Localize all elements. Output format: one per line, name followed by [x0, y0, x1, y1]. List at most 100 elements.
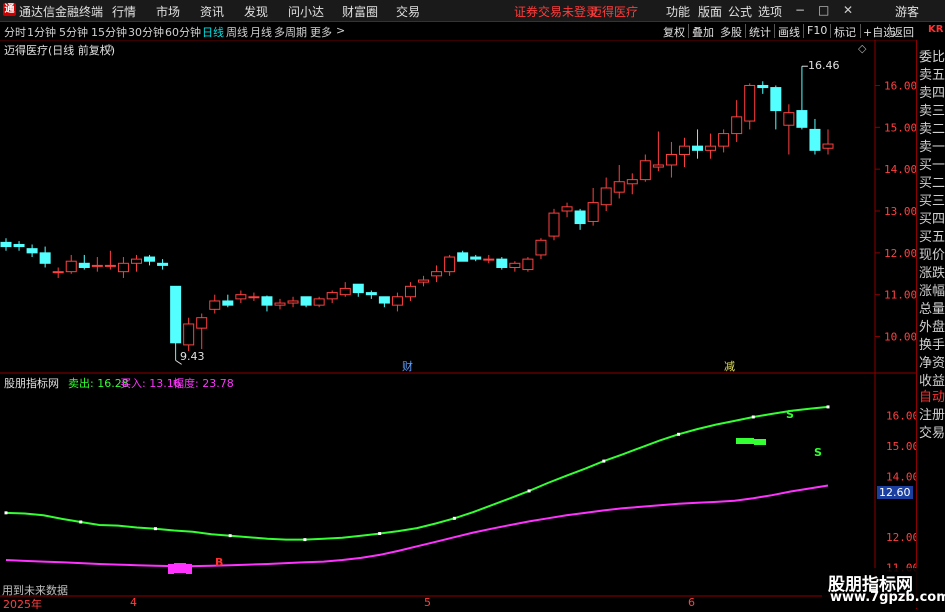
kr-label[interactable]: KR	[928, 24, 943, 35]
quote-item-buy4[interactable]: 买四	[919, 208, 945, 227]
candle-body	[248, 296, 260, 299]
btn-tongji[interactable]: 统计	[749, 24, 771, 40]
x-label-apr: 4	[130, 596, 137, 609]
candle	[431, 265, 443, 283]
candle	[0, 238, 12, 251]
quote-item-change[interactable]: 涨跌	[919, 262, 945, 281]
quote-item-auto[interactable]: 自动	[919, 386, 945, 405]
menu-gongneng[interactable]: 功能	[666, 3, 690, 20]
candle	[235, 290, 247, 304]
quote-item-buy1[interactable]: 买一	[919, 154, 945, 173]
restore-icon[interactable]: □	[818, 3, 829, 17]
close-icon[interactable]: ✕	[843, 3, 853, 17]
user-label[interactable]: 游客	[895, 3, 919, 20]
period-fenshi[interactable]: 分时	[4, 24, 26, 40]
candle	[470, 254, 482, 262]
candle	[222, 294, 234, 308]
candle-body	[404, 285, 416, 298]
period-daily[interactable]: 日线	[202, 24, 224, 40]
candle-body	[52, 271, 64, 274]
quote-item-sell2[interactable]: 卖二	[919, 118, 945, 137]
sell-signal-block	[754, 439, 760, 445]
period-weekly[interactable]: 周线	[226, 24, 248, 40]
menu-hangqing[interactable]: 行情	[112, 3, 136, 20]
event-mark-cai[interactable]: 财	[402, 358, 413, 374]
candle-body	[104, 264, 116, 267]
quote-item-sell3[interactable]: 卖三	[919, 100, 945, 119]
candle-body	[522, 258, 534, 271]
app-logo-icon: 通	[3, 3, 16, 16]
btn-back[interactable]: 返回	[892, 24, 914, 40]
period-1min[interactable]: 1分钟	[27, 24, 56, 40]
menu-faxian[interactable]: 发现	[244, 3, 268, 20]
btn-huaxian[interactable]: 画线	[778, 24, 800, 40]
quote-item-buy3[interactable]: 买三	[919, 190, 945, 209]
quote-item-turnover[interactable]: 换手	[919, 334, 945, 353]
candle-body	[444, 256, 456, 273]
settings-icon[interactable]: ⚙	[104, 42, 114, 55]
sell-line-dot	[677, 432, 681, 436]
ind-y-tick-label: 12.00	[886, 531, 916, 544]
menu-bar: 通 通达信金融终端 行情 市场 资讯 发现 问小达 财富圈 交易 证券交易未登录…	[0, 0, 945, 22]
menu-caifuquan[interactable]: 财富圈	[342, 3, 378, 20]
indicator-buy-value: 买入: 13.16	[120, 377, 181, 390]
menu-xuanxiang[interactable]: 选项	[758, 3, 782, 20]
sell-line-dot	[602, 459, 606, 463]
quote-item-buy2[interactable]: 买二	[919, 172, 945, 191]
candle-body	[274, 302, 286, 306]
menu-jiaoyi[interactable]: 交易	[396, 3, 420, 20]
btn-duogu[interactable]: 多股	[720, 24, 742, 40]
candle-body	[757, 84, 769, 89]
more-chevron-icon[interactable]: >	[336, 24, 345, 37]
quote-item-price[interactable]: 现价	[919, 244, 945, 263]
quote-item-buy5[interactable]: 买五	[919, 226, 945, 245]
period-60min[interactable]: 60分钟	[165, 24, 201, 40]
y-tick-label: 13.00	[884, 205, 916, 218]
quote-item-volume[interactable]: 总量	[919, 298, 945, 317]
indicator-title[interactable]: 股朋指标网	[4, 375, 59, 391]
candle	[365, 290, 377, 299]
quote-item-sell1[interactable]: 卖一	[919, 136, 945, 155]
minimize-icon[interactable]: −	[795, 3, 805, 17]
period-30min[interactable]: 30分钟	[128, 24, 164, 40]
app-title: 通达信金融终端	[19, 5, 104, 19]
candle-body	[313, 298, 325, 306]
menu-gongshi[interactable]: 公式	[728, 3, 752, 20]
btn-f10[interactable]: F10	[807, 24, 827, 37]
candle-body	[0, 241, 12, 248]
btn-diejia[interactable]: 叠加	[692, 24, 714, 40]
quote-item-pct[interactable]: 涨幅	[919, 280, 945, 299]
period-monthly[interactable]: 月线	[250, 24, 272, 40]
candle	[130, 254, 142, 272]
period-more[interactable]: 更多	[310, 24, 332, 40]
quote-item-trade[interactable]: 交易	[919, 422, 945, 441]
main-chart-title: 迈得医疗(日线 前复权)	[4, 44, 116, 57]
high-price-label: 16.46	[808, 59, 840, 72]
quote-item-weibi[interactable]: 委比	[919, 46, 945, 65]
diamond-icon[interactable]: ◇	[858, 42, 866, 55]
quote-item-register[interactable]: 注册	[919, 404, 945, 423]
event-mark-jian[interactable]: 减	[724, 358, 735, 374]
menu-zixun[interactable]: 资讯	[200, 3, 224, 20]
candle	[52, 267, 64, 278]
btn-fuquan[interactable]: 复权	[663, 24, 685, 40]
x-label-year: 2025年	[3, 598, 42, 611]
candle-body	[692, 145, 704, 151]
btn-biaoji[interactable]: 标记	[834, 24, 856, 40]
sell-signal-block	[748, 438, 754, 444]
quote-item-sell4[interactable]: 卖四	[919, 82, 945, 101]
menu-shichang[interactable]: 市场	[156, 3, 180, 20]
menu-wenxiaoda[interactable]: 问小达	[288, 3, 324, 20]
quote-item-sell5[interactable]: 卖五	[919, 64, 945, 83]
quote-item-outer[interactable]: 外盘	[919, 316, 945, 335]
quote-item-nav[interactable]: 净资	[919, 352, 945, 371]
trade-login-status[interactable]: 证券交易未登录	[514, 3, 598, 20]
period-5min[interactable]: 5分钟	[59, 24, 88, 40]
period-15min[interactable]: 15分钟	[91, 24, 127, 40]
period-multi[interactable]: 多周期	[274, 24, 307, 40]
sell-line-dot	[303, 538, 307, 542]
current-value-tag: 12.60	[877, 486, 913, 499]
menu-banmian[interactable]: 版面	[698, 3, 722, 20]
candle	[287, 296, 299, 308]
chart-area: 16.00 15.00 14.00 13.00 12.00 11.00 10.00 16.0…	[0, 40, 916, 597]
